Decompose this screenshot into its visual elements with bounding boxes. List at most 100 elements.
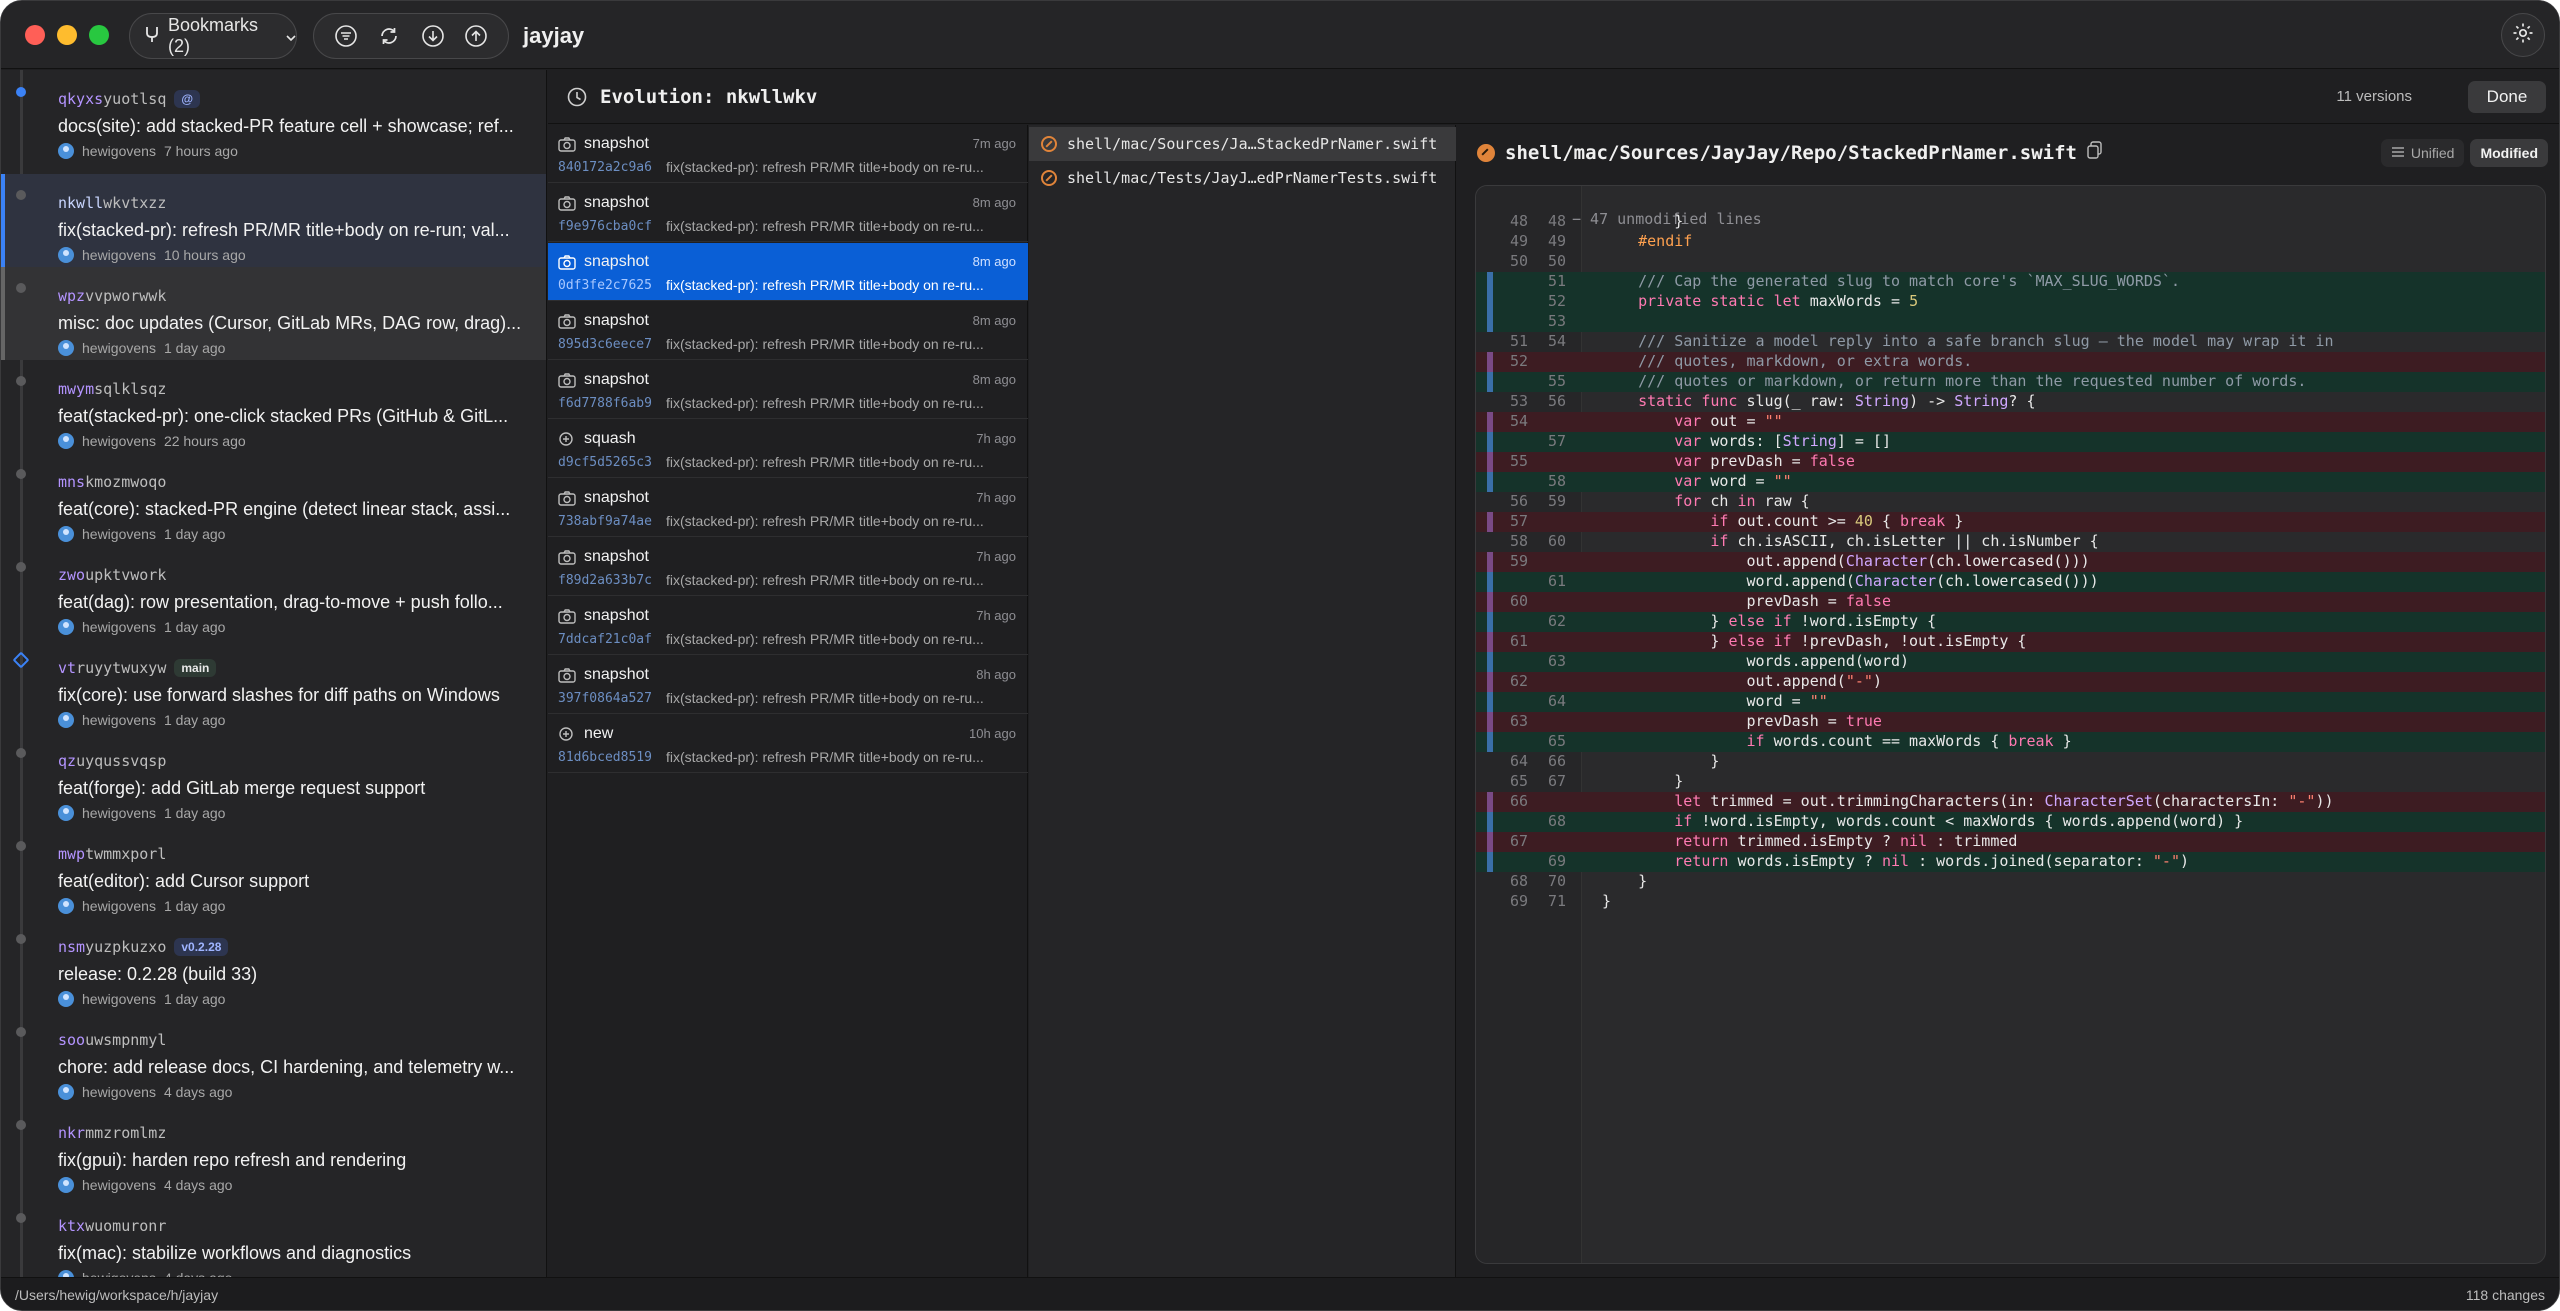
code-text: prevDash = false	[1602, 592, 1891, 610]
snapshot-row[interactable]: squash 7h ago d9cf5d5265c3 fix(stacked-p…	[548, 420, 1028, 478]
commit-row[interactable]: vtruyytwuxyw main fix(core): use forward …	[1, 639, 546, 732]
commit-row[interactable]: mwptwmmxporl feat(editor): add Cursor su…	[1, 825, 546, 918]
code-text: }	[1602, 212, 1684, 230]
commit-message: feat(forge): add GitLab merge request su…	[58, 778, 426, 798]
code-text: if !word.isEmpty, words.count < maxWords…	[1674, 812, 2244, 830]
old-line-number: 65	[1509, 772, 1528, 790]
avatar	[58, 991, 74, 1007]
snapshot-kind: squash	[584, 430, 636, 447]
commit-meta: hewigovens 4 days ago	[58, 1084, 232, 1100]
zoom-window-button[interactable]	[89, 25, 109, 45]
diff-line-removed: 60 prevDash = false	[1476, 592, 2545, 612]
filter-icon[interactable]	[333, 23, 359, 49]
commit-row[interactable]: qkyxsyuotlsq @ docs(site): add stacked-PR…	[1, 70, 546, 163]
snapshot-kind: new	[584, 725, 614, 742]
snapshot-row[interactable]: snapshot 7h ago 738abf9a74ae fix(stacked…	[548, 479, 1028, 537]
commit-row[interactable]: ktxwuomuronr fix(mac): stabilize workflo…	[1, 1197, 546, 1278]
diff-line-removed: 54 var out = ""	[1476, 412, 2545, 432]
new-line-number: 51	[1547, 272, 1566, 290]
bookmarks-button[interactable]: Bookmarks (2)	[129, 13, 297, 59]
snapshot-hash: 397f0864a527	[558, 691, 652, 706]
code-text: var words: [String] = []	[1674, 432, 1891, 450]
avatar	[58, 247, 74, 263]
list-icon	[2391, 145, 2405, 161]
snapshot-row-selected[interactable]: snapshot 8m ago 0df3fe2c7625 fix(stacked…	[548, 243, 1028, 301]
diff-line-added: 53	[1476, 312, 2545, 332]
new-line-number: 50	[1547, 252, 1566, 270]
versions-count: 11 versions	[2336, 88, 2412, 105]
file-row[interactable]: shell/mac/Tests/JayJ…edPrNamerTests.swif…	[1029, 161, 1456, 195]
commit-row[interactable]: wpzvvpworwwk misc: doc updates (Cursor, …	[1, 267, 546, 360]
snapshot-row[interactable]: snapshot 8m ago 895d3c6eece7 fix(stacked…	[548, 302, 1028, 360]
fetch-icon[interactable]	[420, 23, 446, 49]
code-text: /// quotes, markdown, or extra words.	[1638, 352, 1973, 370]
tag-badge: v0.2.28	[174, 938, 229, 956]
new-line-number: 69	[1547, 852, 1566, 870]
commit-row[interactable]: qzuyqussvqsp feat(forge): add GitLab mer…	[1, 732, 546, 825]
code-view[interactable]: − 47 unmodified lines 48 48 } 49 49 #endif 5…	[1475, 185, 2546, 1264]
snapshot-hash: d9cf5d5265c3	[558, 455, 652, 470]
tab-unified[interactable]: Unified	[2380, 139, 2465, 167]
commit-row[interactable]: mwymsqlklsqz feat(stacked-pr): one-click…	[1, 360, 546, 453]
refresh-icon[interactable]	[376, 23, 402, 49]
settings-button[interactable]	[2501, 13, 2545, 57]
snapshot-description: fix(stacked-pr): refresh PR/MR title+bod…	[666, 749, 984, 765]
graph-node	[12, 651, 30, 669]
change-marker	[1487, 732, 1493, 752]
old-line-number: 56	[1509, 492, 1528, 510]
snapshot-row[interactable]: snapshot 7m ago 840172a2c9a6 fix(stacked…	[548, 125, 1028, 183]
unmodified-lines-fold[interactable]: − 47 unmodified lines	[1476, 192, 2545, 228]
code-text: /// Cap the generated slug to match core…	[1638, 272, 2180, 290]
gear-icon	[2511, 21, 2535, 50]
snapshot-time: 10h ago	[969, 726, 1016, 741]
commit-row[interactable]: soouwsmpnmyl chore: add release docs, CI…	[1, 1011, 546, 1104]
old-line-number: 57	[1509, 512, 1528, 530]
commit-row-selected[interactable]: nkwllwkvtxzz fix(stacked-pr): refresh PR…	[1, 174, 546, 267]
snapshot-row[interactable]: snapshot 7h ago 7ddcaf21c0af fix(stacked…	[548, 597, 1028, 655]
squash-icon	[558, 431, 576, 447]
snapshot-row[interactable]: snapshot 7h ago f89d2a633b7c fix(stacked…	[548, 538, 1028, 596]
snapshot-row[interactable]: snapshot 8m ago f6d7788f6ab9 fix(stacked…	[548, 361, 1028, 419]
avatar	[58, 143, 74, 159]
file-path: shell/mac/Sources/Ja…StackedPrNamer.swif…	[1067, 135, 1438, 153]
snapshot-row[interactable]: snapshot 8h ago 397f0864a527 fix(stacked…	[548, 656, 1028, 714]
new-line-number: 71	[1547, 892, 1566, 910]
tab-modified[interactable]: Modified	[2470, 139, 2548, 167]
diff-line-removed: 52 /// quotes, markdown, or extra words.	[1476, 352, 2545, 372]
avatar	[58, 340, 74, 356]
commit-id: zwoupktvwork	[58, 566, 167, 584]
old-line-number: 67	[1509, 832, 1528, 850]
snapshot-hash: f9e976cba0cf	[558, 219, 652, 234]
push-icon[interactable]	[463, 23, 489, 49]
commit-row[interactable]: nkrmmzromlmz fix(gpui): harden repo refr…	[1, 1104, 546, 1197]
graph-node	[16, 87, 26, 97]
camera-icon	[558, 195, 576, 211]
done-button[interactable]: Done	[2468, 81, 2546, 113]
close-window-button[interactable]	[25, 25, 45, 45]
commit-id: qzuyqussvqsp	[58, 752, 167, 770]
new-line-number: 59	[1547, 492, 1566, 510]
commit-row[interactable]: mnskmozmwoqo feat(core): stacked-PR engi…	[1, 453, 546, 546]
copy-icon[interactable]	[2087, 141, 2103, 164]
snapshot-row[interactable]: snapshot 8m ago f9e976cba0cf fix(stacked…	[548, 184, 1028, 242]
code-text: word.append(Character(ch.lowercased()))	[1602, 572, 2099, 590]
diff-line-removed: 57 if out.count >= 40 { break }	[1476, 512, 2545, 532]
old-line-number: 48	[1509, 212, 1528, 230]
graph-node	[16, 283, 26, 293]
commit-row[interactable]: zwoupktvwork feat(dag): row presentation…	[1, 546, 546, 639]
commit-row[interactable]: nsmyuzpkuzxo v0.2.28 release: 0.2.28 (bui…	[1, 918, 546, 1011]
diff-line-context: 68 70 }	[1476, 872, 2545, 892]
camera-icon	[558, 667, 576, 683]
file-row-selected[interactable]: shell/mac/Sources/Ja…StackedPrNamer.swif…	[1029, 127, 1456, 161]
avatar	[58, 898, 74, 914]
new-line-number: 61	[1547, 572, 1566, 590]
bookmark-badge: main	[174, 659, 217, 677]
snapshot-hash: 895d3c6eece7	[558, 337, 652, 352]
snapshot-row[interactable]: new 10h ago 81d6bced8519 fix(stacked-pr)…	[548, 715, 1028, 773]
code-text: if words.count == maxWords { break }	[1746, 732, 2072, 750]
minimize-window-button[interactable]	[57, 25, 77, 45]
snapshot-time: 8m ago	[972, 313, 1016, 328]
old-line-number: 58	[1509, 532, 1528, 550]
snapshot-time: 7h ago	[976, 490, 1016, 505]
commit-id: vtruyytwuxyw main	[58, 659, 217, 677]
